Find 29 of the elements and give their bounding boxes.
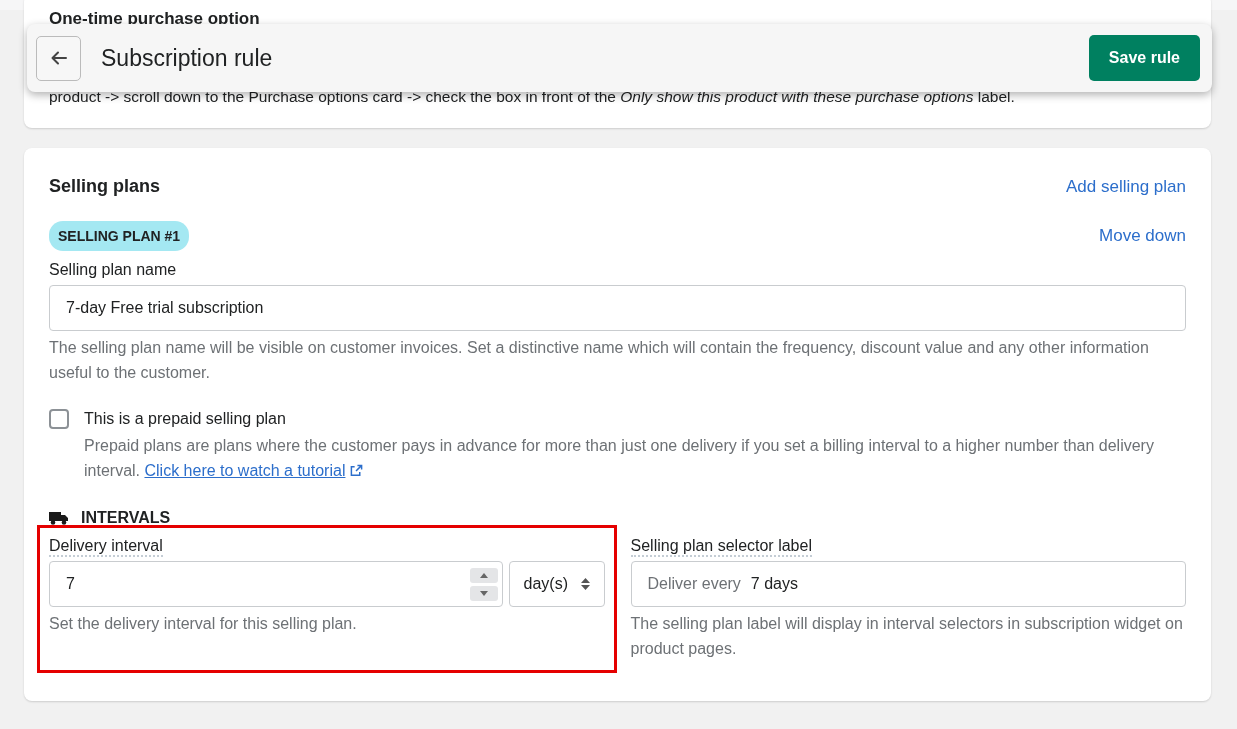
- add-selling-plan-link[interactable]: Add selling plan: [1065, 176, 1186, 197]
- stepper-icon[interactable]: [469, 567, 498, 601]
- number-field[interactable]: 7: [49, 561, 503, 607]
- save-button[interactable]: Save rule: [1088, 35, 1200, 81]
- checkbox-label: This is a prepaid selling plan: [84, 410, 286, 428]
- section-title: Selling plans: [49, 176, 161, 197]
- field-label: Selling plan name: [49, 261, 178, 279]
- help-text: Prepaid plans are plans where the customer pays in advance for more than just one delivery if you set a billing interval to a higher number than delivery interval. Click here to watch a tutorial: [84, 436, 1155, 481]
- label-field[interactable]: Deliver every 7 days: [630, 561, 1186, 607]
- plan-badge: SELLING PLAN #1: [49, 221, 190, 251]
- unit-select[interactable]: day(s): [508, 561, 605, 607]
- name-field[interactable]: 7-day Free trial subscription: [49, 285, 1186, 331]
- field-label: Delivery interval: [49, 537, 163, 557]
- section-heading: INTERVALS: [81, 509, 171, 527]
- field-value: 7 days: [750, 575, 798, 593]
- external-link-icon: [349, 464, 363, 477]
- field-prefix: Deliver every: [647, 575, 741, 593]
- help-text: The selling plan label will display in interval selectors in subscription widget on product pages.: [630, 614, 1184, 659]
- truck-icon: [49, 510, 69, 526]
- page-title: Subscription rule: [101, 44, 273, 72]
- sort-arrows-icon: [580, 577, 590, 591]
- card-heading: One-time purchase option: [49, 10, 261, 28]
- help-text: The selling plan name will be visible on customer invoices. Set a distinctive name which will contain the frequency, discount value and any other information useful to the customer.: [49, 338, 1150, 383]
- back-button[interactable]: [36, 35, 81, 81]
- move-down-link[interactable]: Move down: [1099, 226, 1186, 246]
- tutorial-link[interactable]: Click here to watch a tutorial: [144, 462, 346, 479]
- help-text: Set the delivery interval for this selling plan.: [49, 614, 358, 634]
- checkbox[interactable]: [49, 409, 69, 429]
- field-label: Selling plan selector label: [630, 537, 812, 557]
